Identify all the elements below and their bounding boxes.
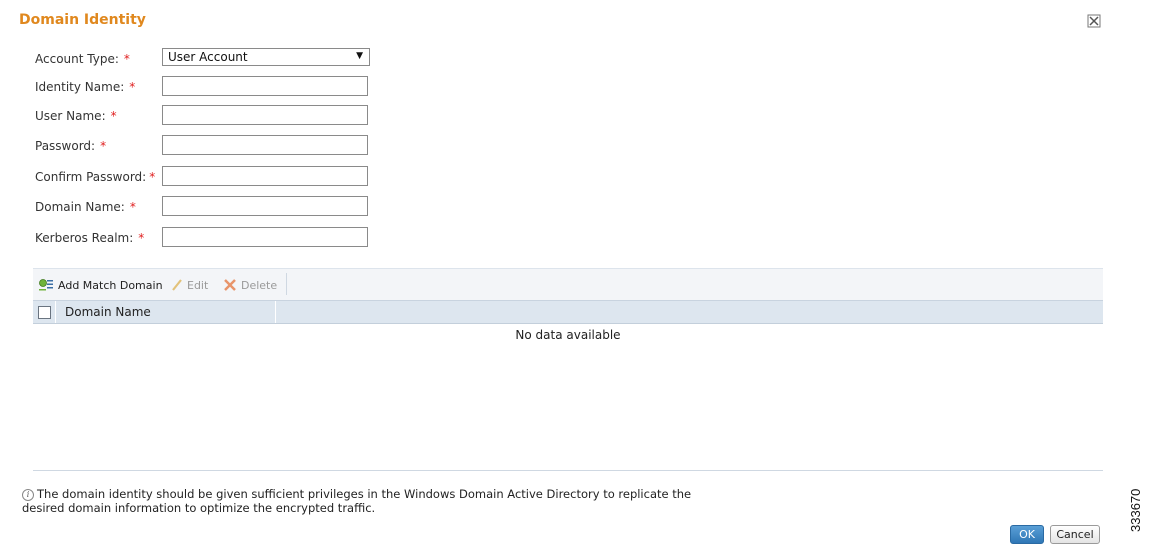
toolbar-divider (286, 273, 287, 295)
close-icon[interactable] (1087, 14, 1101, 28)
password-label: Password: * (35, 139, 107, 153)
figure-id: 333670 (1128, 488, 1143, 532)
account-type-value: User Account (168, 50, 248, 64)
privileges-note: i The domain identity should be given suf… (22, 487, 722, 515)
info-icon: i (22, 489, 34, 501)
edit-button[interactable]: Edit (171, 278, 208, 292)
grid-toolbar: Add Match Domain Edit Delete (33, 268, 1103, 301)
kerberos-realm-input[interactable] (162, 227, 368, 247)
required-marker: * (110, 109, 117, 123)
add-match-domain-label: Add Match Domain (58, 278, 163, 292)
grid-header-row: Domain Name (33, 301, 1103, 324)
dropdown-arrow-icon: ▼ (356, 51, 363, 61)
privileges-note-text: The domain identity should be given suff… (22, 487, 692, 515)
empty-grid-message: No data available (515, 328, 621, 342)
password-input[interactable] (162, 135, 368, 155)
kerberos-realm-label: Kerberos Realm: * (35, 231, 145, 245)
required-marker: * (129, 200, 136, 214)
pencil-icon (172, 279, 182, 291)
required-marker: * (138, 231, 145, 245)
identity-name-input[interactable] (162, 76, 368, 96)
match-domain-grid: Add Match Domain Edit Delete Domain Name (33, 268, 1103, 471)
delete-button[interactable]: Delete (223, 278, 277, 292)
add-match-domain-button[interactable]: Add Match Domain (38, 278, 163, 292)
add-domain-icon (39, 279, 53, 291)
grid-bottom-rule (33, 470, 1103, 471)
column-divider (55, 301, 56, 323)
domain-name-input[interactable] (162, 196, 368, 216)
cancel-button[interactable]: Cancel (1050, 525, 1100, 544)
identity-name-label: Identity Name: * (35, 80, 136, 94)
account-type-select[interactable]: User Account ▼ (162, 48, 370, 66)
delete-label: Delete (241, 278, 278, 292)
ok-button[interactable]: OK (1010, 525, 1044, 544)
required-marker: * (149, 170, 156, 184)
column-header-domain-name[interactable]: Domain Name (65, 305, 151, 319)
user-name-input[interactable] (162, 105, 368, 125)
column-divider (275, 301, 276, 323)
select-all-checkbox[interactable] (38, 306, 51, 319)
account-type-label: Account Type: * (35, 52, 130, 66)
required-marker: * (100, 139, 107, 153)
edit-label: Edit (187, 278, 209, 292)
delete-x-icon (224, 279, 236, 291)
confirm-password-input[interactable] (162, 166, 368, 186)
required-marker: * (129, 80, 136, 94)
confirm-password-label: Confirm Password: * (35, 170, 156, 184)
user-name-label: User Name: * (35, 109, 117, 123)
dialog-title: Domain Identity (19, 12, 146, 28)
domain-identity-dialog: Domain Identity Account Type: * User Acco… (0, 0, 1152, 550)
domain-name-label: Domain Name: * (35, 200, 136, 214)
required-marker: * (123, 52, 130, 66)
